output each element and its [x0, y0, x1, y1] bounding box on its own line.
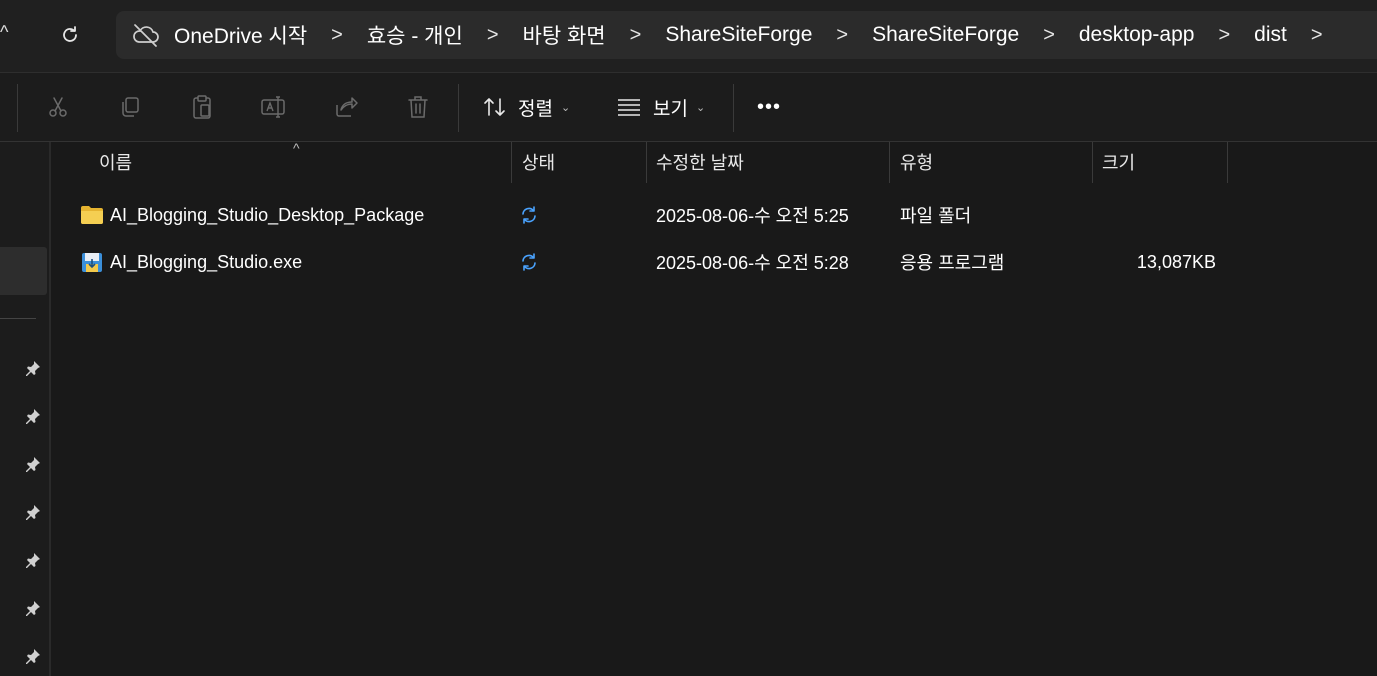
breadcrumb-item-sharesiteforge[interactable]: ShareSiteForge	[661, 23, 816, 47]
sort-icon	[484, 98, 505, 116]
pin-icon[interactable]	[24, 647, 42, 665]
address-bar: ^ OneDrive 시작 > 효승 - 개인 > 바탕 화면 > ShareS…	[0, 0, 1377, 73]
sort-label: 정렬	[518, 98, 553, 120]
breadcrumb-separator[interactable]: >	[1291, 24, 1343, 47]
breadcrumb-separator[interactable]: >	[610, 24, 662, 47]
breadcrumb-separator[interactable]: >	[1198, 24, 1250, 47]
breadcrumb-separator[interactable]: >	[816, 24, 868, 47]
toolbar-divider	[458, 84, 459, 132]
column-header-status[interactable]: 상태	[522, 142, 642, 182]
rename-button[interactable]	[258, 91, 290, 123]
column-separator[interactable]	[1227, 142, 1228, 183]
breadcrumb-separator[interactable]: >	[311, 24, 363, 47]
file-row[interactable]: AI_Blogging_Studio.exe 2025-08-06-수 오전 5…	[70, 239, 1227, 285]
breadcrumb-item-onedrive[interactable]: OneDrive 시작	[170, 20, 311, 50]
pin-icon[interactable]	[24, 407, 42, 425]
folder-icon	[80, 192, 104, 238]
chevron-down-icon: ⌄	[560, 101, 571, 114]
command-bar: 정렬 ⌄ 보기 ⌄ •••	[0, 73, 1377, 142]
trash-icon	[408, 96, 428, 118]
refresh-icon	[63, 26, 77, 42]
column-header-name[interactable]: 이름	[99, 142, 509, 182]
paste-button[interactable]	[186, 91, 218, 123]
sort-button[interactable]: 정렬 ⌄	[482, 91, 570, 123]
file-type: 응용 프로그램	[900, 253, 1005, 273]
breadcrumb[interactable]: OneDrive 시작 > 효승 - 개인 > 바탕 화면 > ShareSit…	[116, 11, 1377, 59]
toolbar-divider	[17, 84, 18, 132]
delete-button[interactable]	[402, 91, 434, 123]
sync-icon	[520, 239, 538, 285]
nav-divider	[0, 318, 36, 319]
up-arrow-icon[interactable]: ^	[0, 22, 14, 46]
column-header-modified[interactable]: 수정한 날짜	[656, 142, 886, 182]
column-separator[interactable]	[1092, 142, 1093, 183]
share-icon	[336, 97, 358, 117]
more-options-button[interactable]: •••	[757, 91, 781, 123]
breadcrumb-item-personal[interactable]: 효승 - 개인	[363, 20, 467, 50]
breadcrumb-item-dist[interactable]: dist	[1250, 23, 1291, 47]
pin-icon[interactable]	[24, 503, 42, 521]
column-separator[interactable]	[889, 142, 890, 183]
rename-icon	[261, 96, 285, 118]
scissors-icon	[49, 97, 67, 117]
file-name: AI_Blogging_Studio_Desktop_Package	[110, 204, 425, 225]
view-list-icon	[618, 99, 640, 116]
pin-icon[interactable]	[24, 455, 42, 473]
column-separator[interactable]	[646, 142, 647, 183]
file-name: AI_Blogging_Studio.exe	[110, 251, 303, 272]
toolbar-divider	[733, 84, 734, 132]
refresh-button[interactable]	[55, 20, 85, 50]
view-button[interactable]: 보기 ⌄	[616, 91, 705, 123]
sync-icon	[520, 192, 538, 238]
installer-icon	[80, 239, 104, 285]
chevron-down-icon: ⌄	[695, 101, 706, 114]
copy-icon	[122, 97, 139, 117]
pin-icon[interactable]	[24, 599, 42, 617]
copy-button[interactable]	[114, 91, 146, 123]
navigation-pane	[0, 142, 51, 676]
breadcrumb-item-desktop[interactable]: 바탕 화면	[519, 20, 610, 50]
breadcrumb-separator[interactable]: >	[1023, 24, 1075, 47]
column-header-type[interactable]: 유형	[900, 142, 1090, 182]
cloud-off-icon	[132, 23, 160, 47]
breadcrumb-item-sharesiteforge-inner[interactable]: ShareSiteForge	[868, 23, 1023, 47]
file-type: 파일 폴더	[900, 206, 972, 226]
clipboard-icon	[193, 95, 211, 119]
share-button[interactable]	[330, 91, 362, 123]
pin-icon[interactable]	[24, 551, 42, 569]
column-header-size[interactable]: 크기	[1102, 142, 1222, 182]
modified-date: 2025-08-06-수 오전 5:25	[656, 206, 849, 226]
pin-icon[interactable]	[24, 359, 42, 377]
breadcrumb-separator[interactable]: >	[467, 24, 519, 47]
file-size: 13,087KB	[1136, 251, 1216, 272]
view-label: 보기	[653, 98, 688, 120]
file-size	[1090, 192, 1216, 238]
file-row[interactable]: AI_Blogging_Studio_Desktop_Package 2025-…	[70, 192, 1227, 238]
cut-button[interactable]	[42, 91, 74, 123]
column-separator[interactable]	[511, 142, 512, 183]
modified-date: 2025-08-06-수 오전 5:28	[656, 253, 849, 273]
nav-item-selected[interactable]	[0, 247, 47, 295]
breadcrumb-item-desktop-app[interactable]: desktop-app	[1075, 23, 1199, 47]
